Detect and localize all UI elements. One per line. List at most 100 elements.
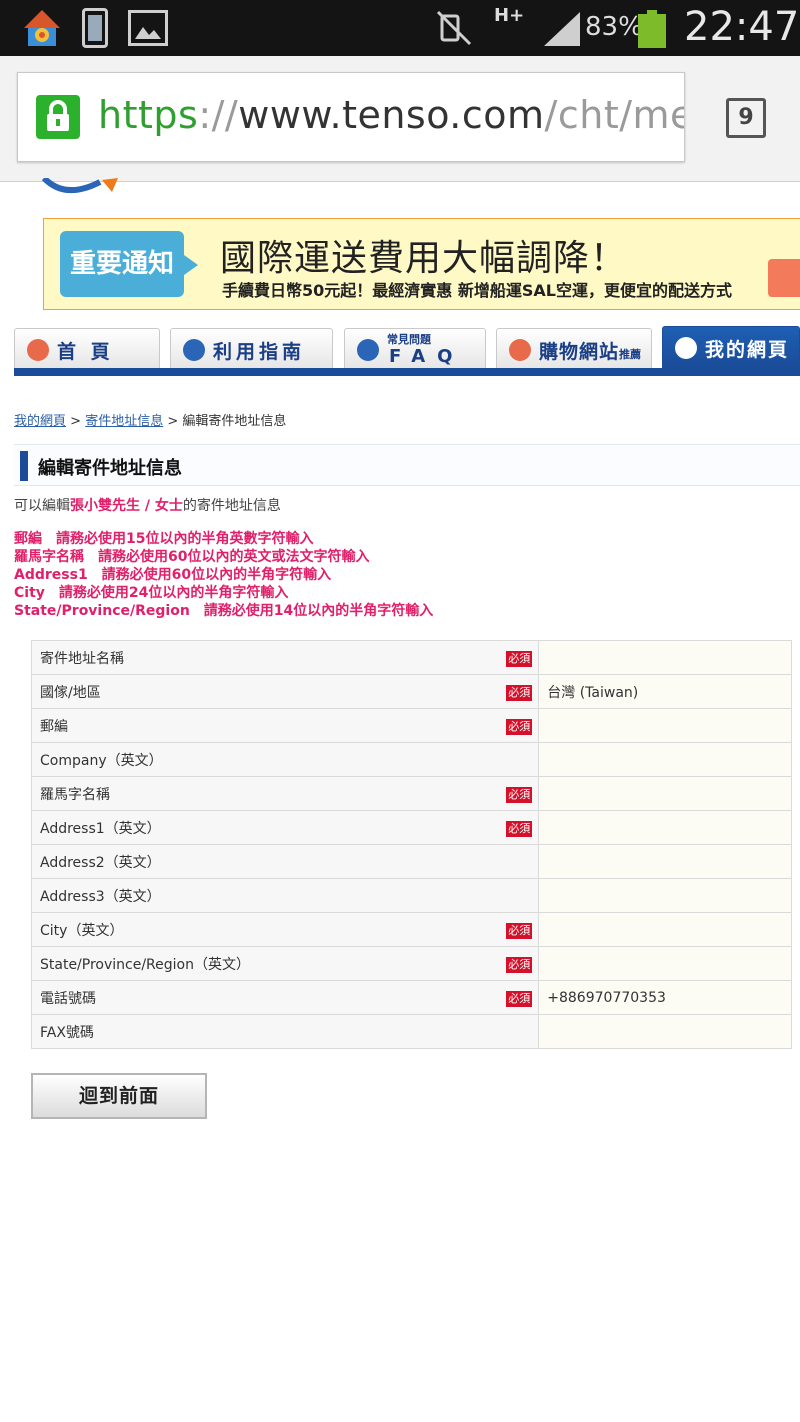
form-field-label-cell: 寄件地址名稱 必須 (30, 640, 540, 675)
form-field-label: Company（英文） (40, 752, 163, 769)
form-row: Company（英文） (30, 742, 792, 777)
form-field-label: Address2（英文） (40, 854, 161, 871)
breadcrumb-separator: > (163, 414, 183, 429)
section-heading: 編輯寄件地址信息 (14, 444, 800, 486)
required-badge: 必須 (506, 923, 533, 939)
main-nav: 首 頁 利用指南 常見問題 FAQ 購物網站推薦 我的網頁 (0, 326, 800, 376)
tab-home-label: 首 頁 (57, 341, 114, 363)
browser-toolbar: https://www.tenso.com/cht/mem 9 (0, 56, 800, 182)
notice-more-button[interactable] (768, 259, 800, 297)
signal-icon (544, 12, 580, 46)
intro-suffix: 的寄件地址信息 (182, 498, 281, 514)
network-type: H+ (494, 5, 525, 26)
breadcrumb-current: 編輯寄件地址信息 (182, 414, 287, 429)
tab-mypage[interactable]: 我的網頁 (662, 326, 800, 368)
intro-prefix: 可以編輯 (14, 498, 70, 514)
intro-customer-name: 張小雙先生 / 女士 (70, 498, 183, 514)
form-field-value[interactable] (538, 742, 792, 777)
faq-book-icon (357, 339, 379, 361)
tab-guide[interactable]: 利用指南 (170, 328, 333, 368)
form-row: State/Province/Region（英文） 必須 (30, 946, 792, 981)
rule-city: City 請務必使用24位以內的半角字符輸入 (14, 585, 289, 601)
breadcrumb-mypage-link[interactable]: 我的網頁 (14, 414, 66, 429)
form-row: Address1（英文） 必須 (30, 810, 792, 845)
tab-shopping-main: 購物網站 (539, 341, 620, 363)
form-field-value[interactable] (538, 810, 792, 845)
form-field-value[interactable]: 台灣 (Taiwan) (538, 674, 792, 709)
site-logo[interactable] (40, 178, 130, 194)
form-field-label-cell: FAX號碼 (30, 1014, 540, 1049)
notice-banner[interactable]: 重要通知 國際運送費用大幅調降！ 手續費日幣50元起！最經濟實惠 新增船運SAL… (43, 218, 800, 310)
form-field-label: 寄件地址名稱 (40, 650, 124, 667)
rule-postcode: 郵編 請務必使用15位以內的半角英數字符輸入 (14, 531, 314, 547)
required-badge: 必須 (506, 991, 533, 1007)
form-field-label-cell: State/Province/Region（英文） 必須 (30, 946, 540, 981)
tab-home[interactable]: 首 頁 (14, 328, 160, 368)
form-field-value[interactable] (538, 844, 792, 879)
form-field-label: State/Province/Region（英文） (40, 956, 250, 973)
form-field-label-cell: 國傢/地區 必須 (30, 674, 540, 709)
tab-guide-label: 利用指南 (213, 341, 306, 363)
page-title: 編輯寄件地址信息 (38, 458, 182, 479)
tab-switcher-button[interactable]: 9 (726, 98, 766, 138)
notice-tag: 重要通知 (60, 231, 184, 297)
battery-percent: 83% (585, 12, 643, 42)
form-field-label: Address1（英文） (40, 820, 161, 837)
phone-screen-icon (82, 8, 108, 48)
required-badge: 必須 (506, 821, 533, 837)
input-rules: 郵編 請務必使用15位以內的半角英數字符輸入 羅馬字名稱 請務必使用60位以內的… (14, 530, 433, 620)
form-field-label-cell: 羅馬字名稱 必須 (30, 776, 540, 811)
tab-shopping[interactable]: 購物網站推薦 (496, 328, 652, 368)
url-separator: :// (198, 93, 239, 137)
home-icon (27, 339, 49, 361)
form-field-label-cell: 電話號碼 必須 (30, 980, 540, 1015)
form-field-value[interactable] (538, 1014, 792, 1049)
form-field-label: City（英文） (40, 922, 124, 939)
tab-faq-label: FAQ (389, 346, 465, 367)
notice-title: 國際運送費用大幅調降！ (220, 238, 628, 279)
form-field-label-cell: Company（英文） (30, 742, 540, 777)
book-icon (183, 339, 205, 361)
address-form-body: 寄件地址名稱 必須 國傢/地區 必須 台灣 (Taiwan) 郵編 必須 Company（英文… (30, 640, 792, 1049)
tab-mypage-label: 我的網頁 (705, 339, 790, 361)
lock-icon (36, 95, 80, 139)
form-field-value[interactable] (538, 640, 792, 675)
heading-accent-bar (20, 451, 28, 481)
home-app-icon (24, 10, 60, 46)
notice-subtitle: 手續費日幣50元起！最經濟實惠 新增船運SAL空運，更便宜的配送方式 (222, 281, 732, 300)
required-badge: 必須 (506, 787, 533, 803)
url-host: www.tenso.com (238, 93, 545, 137)
form-field-label-cell: 郵編 必須 (30, 708, 540, 743)
breadcrumb: 我的網頁 > 寄件地址信息 > 編輯寄件地址信息 (14, 410, 286, 429)
notice-arrow-icon (184, 255, 198, 275)
required-badge: 必須 (506, 957, 533, 973)
status-bar: H+ 83% 22:47 (0, 0, 800, 56)
form-field-value[interactable] (538, 946, 792, 981)
form-field-label: 羅馬字名稱 (40, 786, 110, 803)
form-field-label: Address3（英文） (40, 888, 161, 905)
mute-icon (436, 10, 472, 46)
breadcrumb-address-link[interactable]: 寄件地址信息 (85, 414, 163, 429)
form-field-value[interactable]: +886970770353 (538, 980, 792, 1015)
required-badge: 必須 (506, 719, 533, 735)
form-row: FAX號碼 (30, 1014, 792, 1049)
form-row: 寄件地址名稱 必須 (30, 640, 792, 675)
shopping-icon (509, 339, 531, 361)
form-field-value[interactable] (538, 878, 792, 913)
breadcrumb-separator: > (66, 414, 86, 429)
tab-faq[interactable]: 常見問題 FAQ (344, 328, 486, 368)
url-path: /cht/mem (544, 93, 684, 137)
form-field-value[interactable] (538, 708, 792, 743)
form-row: City（英文） 必須 (30, 912, 792, 947)
form-row: 羅馬字名稱 必須 (30, 776, 792, 811)
form-row: 國傢/地區 必須 台灣 (Taiwan) (30, 674, 792, 709)
url-bar[interactable]: https://www.tenso.com/cht/mem (17, 72, 685, 162)
form-row: Address3（英文） (30, 878, 792, 913)
form-field-value[interactable] (538, 776, 792, 811)
address-form: 寄件地址名稱 必須 國傢/地區 必須 台灣 (Taiwan) 郵編 必須 Company（英文… (30, 640, 792, 1049)
required-badge: 必須 (506, 651, 533, 667)
back-button[interactable]: 迴到前面 (31, 1073, 207, 1119)
url-text: https://www.tenso.com/cht/mem (98, 93, 684, 137)
form-field-value[interactable] (538, 912, 792, 947)
form-field-label-cell: Address1（英文） 必須 (30, 810, 540, 845)
